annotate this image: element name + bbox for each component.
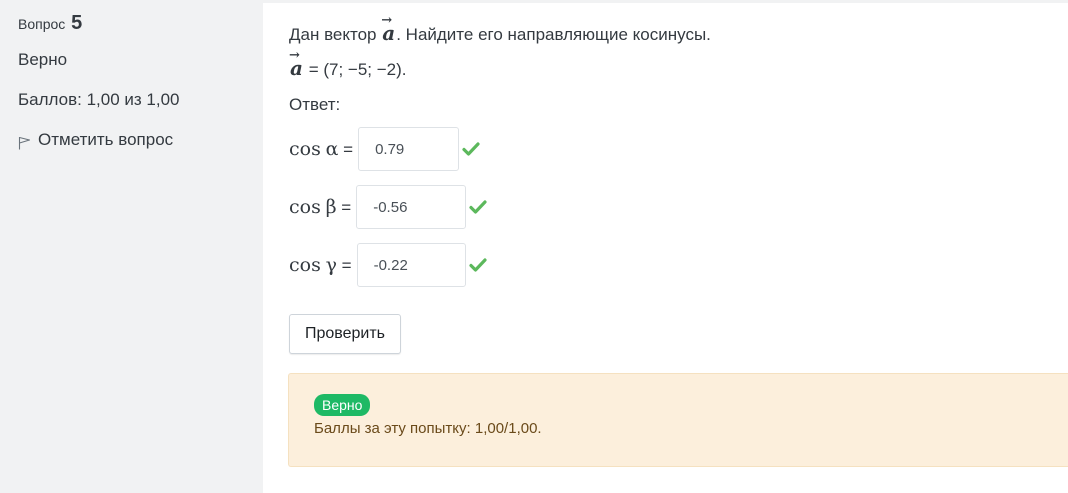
question-grade: Баллов: 1,00 из 1,00 — [18, 90, 180, 109]
question-text-before: Дан вектор — [289, 25, 377, 44]
flag-question-label: Отметить вопрос — [38, 130, 174, 149]
grade-feedback: Баллы за эту попытку: 1,00/1,00. — [314, 420, 542, 437]
cos-beta-input[interactable] — [356, 185, 467, 229]
answer-row-gamma: cos γ = — [289, 243, 487, 287]
equals-sign: = — [338, 140, 354, 159]
cos-gamma-label: cos γ = — [289, 254, 352, 276]
content-top-divider — [263, 0, 1068, 3]
question-state: Верно — [18, 50, 68, 69]
checkmark-icon — [468, 258, 487, 272]
answer-row-alpha: cos α = — [289, 127, 480, 171]
cos-gamma-input[interactable] — [356, 243, 466, 287]
vector-arrow-icon: → — [381, 13, 393, 28]
equals-sign: = — [336, 198, 352, 217]
question-number-value: 5 — [71, 12, 83, 34]
outcome-panel: Верно Баллы за эту попытку: 1,00/1,00. — [288, 373, 1068, 467]
question-text-after: . Найдите его направляющие косинусы. — [396, 25, 711, 44]
equals-sign: = — [336, 256, 352, 275]
vector-symbol: → a — [289, 49, 304, 80]
question-number: Вопрос 5 — [18, 12, 82, 35]
question-info-panel: Вопрос 5 Верно Баллов: 1,00 из 1,00 Отме… — [0, 0, 263, 493]
checkmark-icon — [462, 142, 480, 156]
vector-symbol: → a — [381, 14, 396, 45]
cos-text: cos — [289, 138, 321, 160]
cos-alpha-input[interactable] — [358, 127, 460, 171]
flag-question-link[interactable]: Отметить вопрос — [18, 130, 173, 150]
answer-row-beta: cos β = — [289, 185, 487, 229]
gamma-symbol: γ — [325, 254, 337, 276]
answer-label: Ответ: — [289, 95, 341, 114]
question-prefix: Вопрос — [18, 16, 66, 32]
cos-text: cos — [289, 196, 321, 218]
checkmark-icon — [469, 200, 487, 214]
vector-definition: → a = (7; −5; −2). — [289, 49, 407, 80]
check-button[interactable]: Проверить — [289, 314, 401, 354]
cos-text: cos — [289, 254, 321, 276]
correct-badge: Верно — [314, 394, 371, 416]
question-text: Дан вектор → a. Найдите его направляющие … — [289, 14, 711, 45]
vector-value: = (7; −5; −2). — [303, 60, 407, 79]
alpha-symbol: α — [325, 138, 339, 160]
flag-icon — [18, 136, 31, 149]
cos-alpha-label: cos α = — [289, 138, 353, 160]
vector-arrow-icon: → — [289, 48, 300, 63]
cos-beta-label: cos β = — [289, 196, 351, 218]
beta-symbol: β — [325, 196, 337, 218]
